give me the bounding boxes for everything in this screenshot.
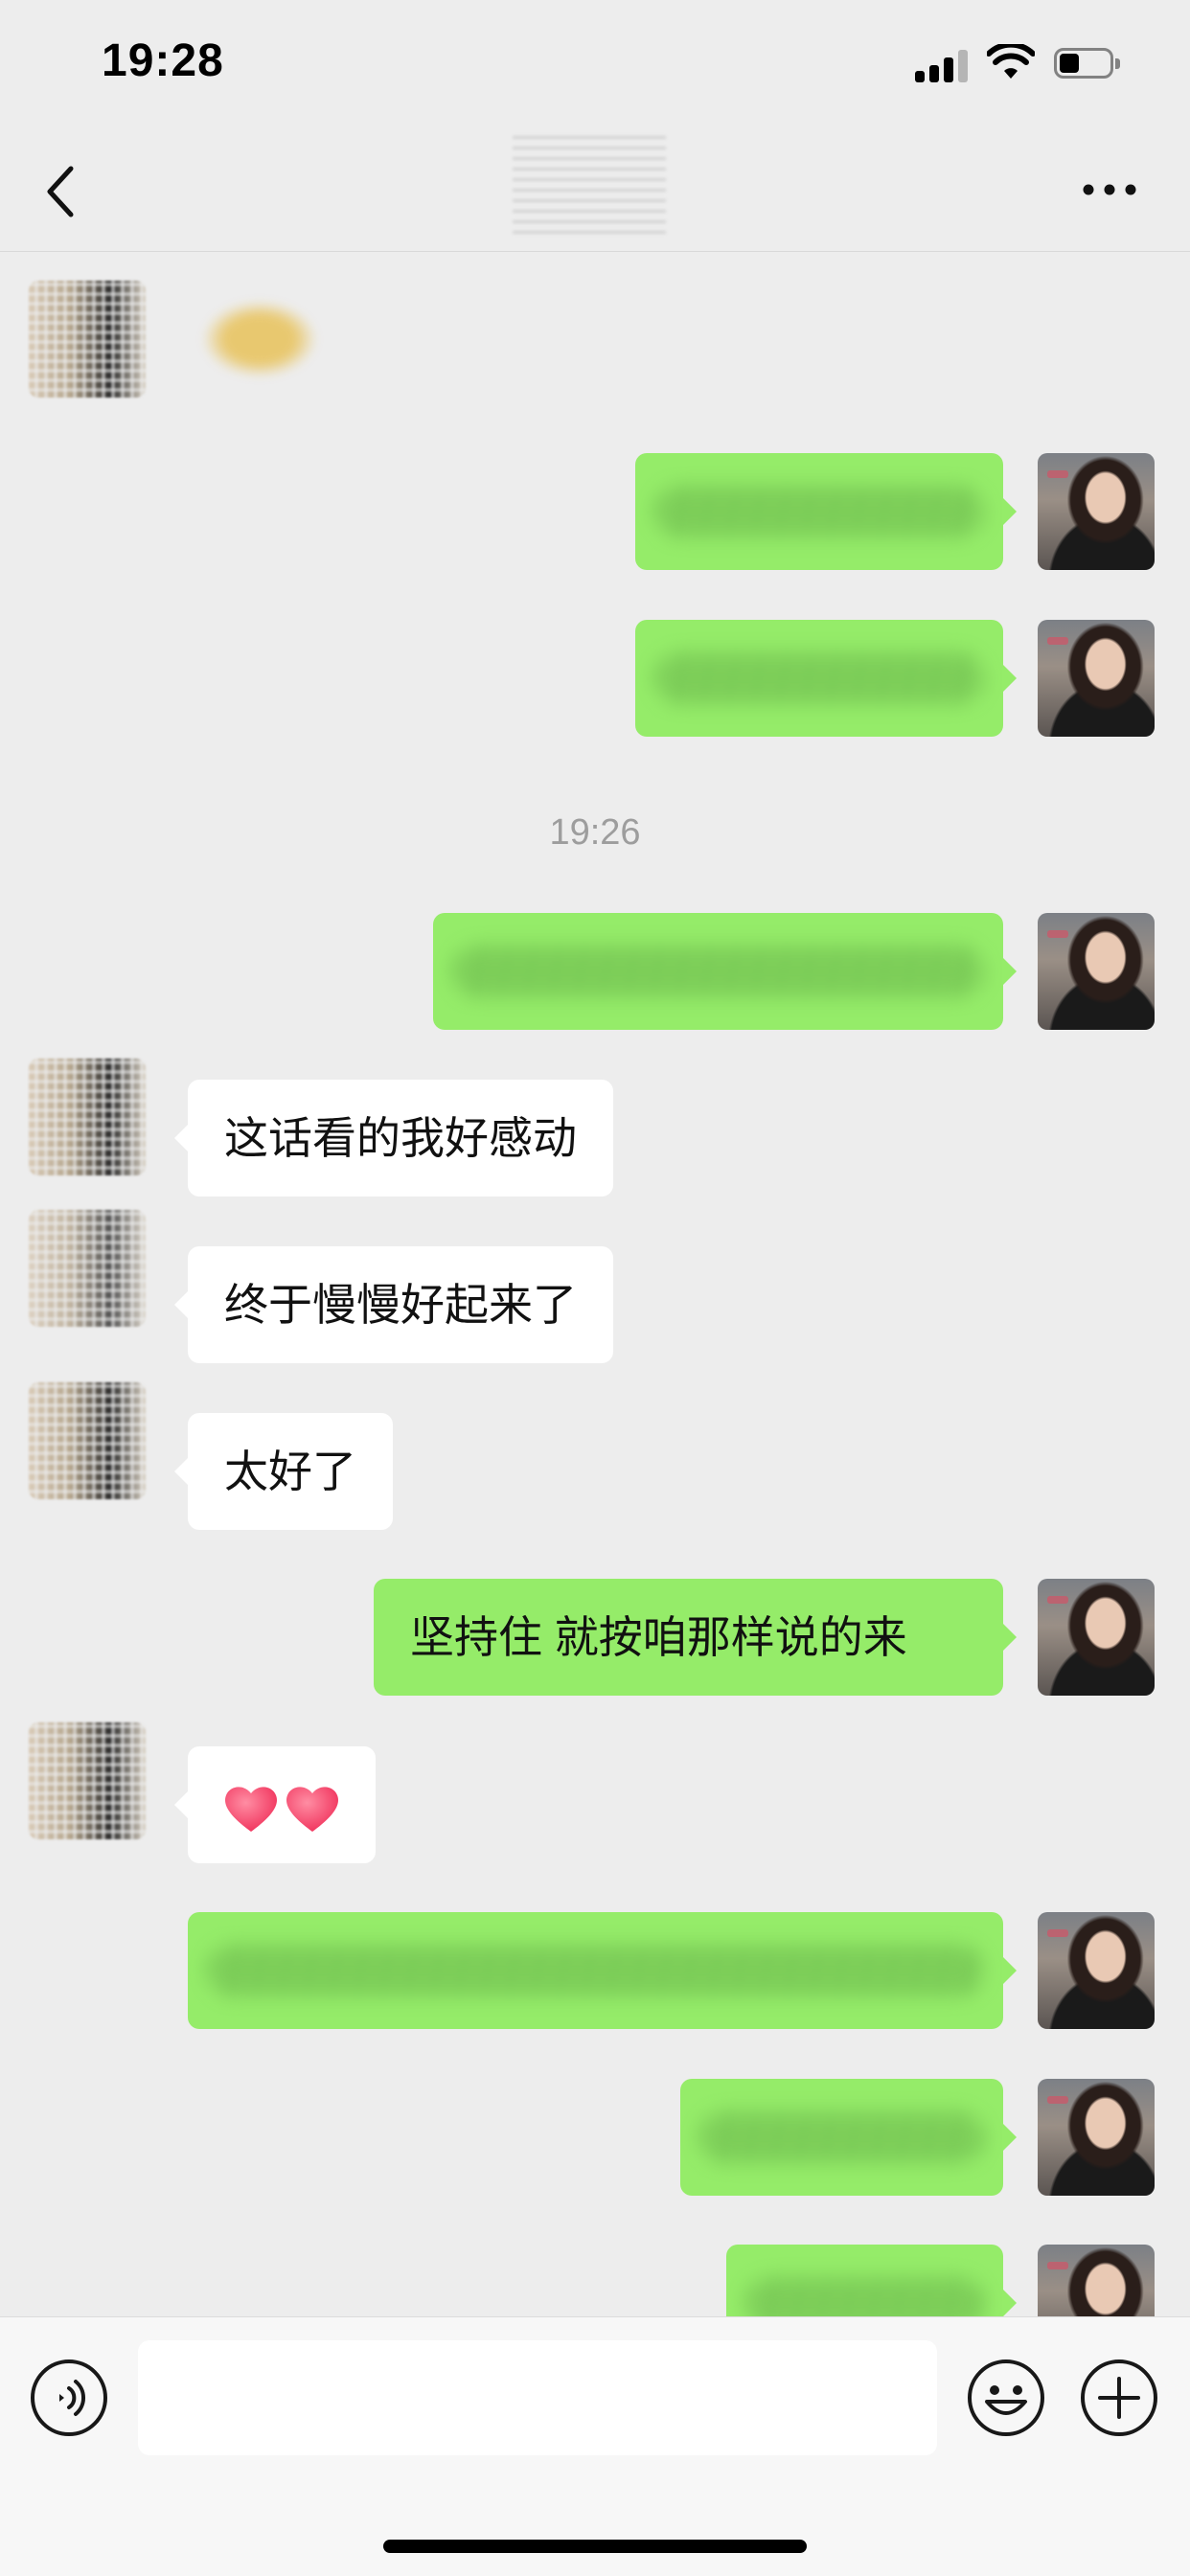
outgoing-message-redacted[interactable] xyxy=(726,2245,1017,2316)
incoming-emoji-message[interactable] xyxy=(174,1746,376,1863)
incoming-message[interactable]: 终于慢慢好起来了 xyxy=(174,1246,613,1363)
contact-avatar[interactable] xyxy=(29,1722,146,1839)
contact-avatar[interactable] xyxy=(29,1382,146,1499)
status-bar: 19:28 xyxy=(0,0,1190,126)
contact-avatar[interactable] xyxy=(29,1210,146,1327)
voice-input-icon[interactable] xyxy=(29,2358,109,2438)
home-indicator xyxy=(383,2540,807,2553)
incoming-message[interactable]: 太好了 xyxy=(174,1413,393,1530)
timestamp-divider: 19:26 xyxy=(549,812,641,853)
outgoing-message-redacted[interactable] xyxy=(635,620,1017,737)
outgoing-message-redacted[interactable] xyxy=(188,1912,1017,2029)
sticker-image[interactable] xyxy=(188,286,332,392)
two-hearts-icon xyxy=(225,1787,338,1832)
input-bar xyxy=(0,2316,1190,2576)
cellular-signal-icon xyxy=(915,50,969,82)
self-avatar[interactable] xyxy=(1038,2079,1155,2196)
plus-icon[interactable] xyxy=(1079,2358,1159,2438)
battery-icon xyxy=(1054,48,1121,80)
self-avatar[interactable] xyxy=(1038,453,1155,570)
status-time: 19:28 xyxy=(102,35,224,86)
contact-avatar[interactable] xyxy=(29,281,146,398)
message-list[interactable]: 19:26 这话看的我好感动 终于慢慢好起来了 太好了 坚持住 就按咱那样说的来 xyxy=(0,252,1190,2316)
chat-title-redacted xyxy=(513,136,666,241)
outgoing-message-redacted[interactable] xyxy=(680,2079,1017,2196)
more-options-icon[interactable] xyxy=(1081,182,1138,197)
message-input[interactable] xyxy=(138,2340,937,2455)
contact-avatar[interactable] xyxy=(29,1059,146,1175)
wifi-icon xyxy=(987,44,1035,79)
incoming-message[interactable]: 这话看的我好感动 xyxy=(174,1080,613,1197)
outgoing-message[interactable]: 坚持住 就按咱那样说的来 xyxy=(374,1579,1017,1696)
emoji-icon[interactable] xyxy=(966,2358,1046,2438)
self-avatar[interactable] xyxy=(1038,620,1155,737)
self-avatar[interactable] xyxy=(1038,1579,1155,1696)
back-arrow-icon[interactable] xyxy=(42,163,80,220)
self-avatar[interactable] xyxy=(1038,2245,1155,2316)
outgoing-message-redacted[interactable] xyxy=(635,453,1017,570)
self-avatar[interactable] xyxy=(1038,913,1155,1030)
chat-header xyxy=(0,126,1190,252)
self-avatar[interactable] xyxy=(1038,1912,1155,2029)
outgoing-message-redacted[interactable] xyxy=(433,913,1017,1030)
